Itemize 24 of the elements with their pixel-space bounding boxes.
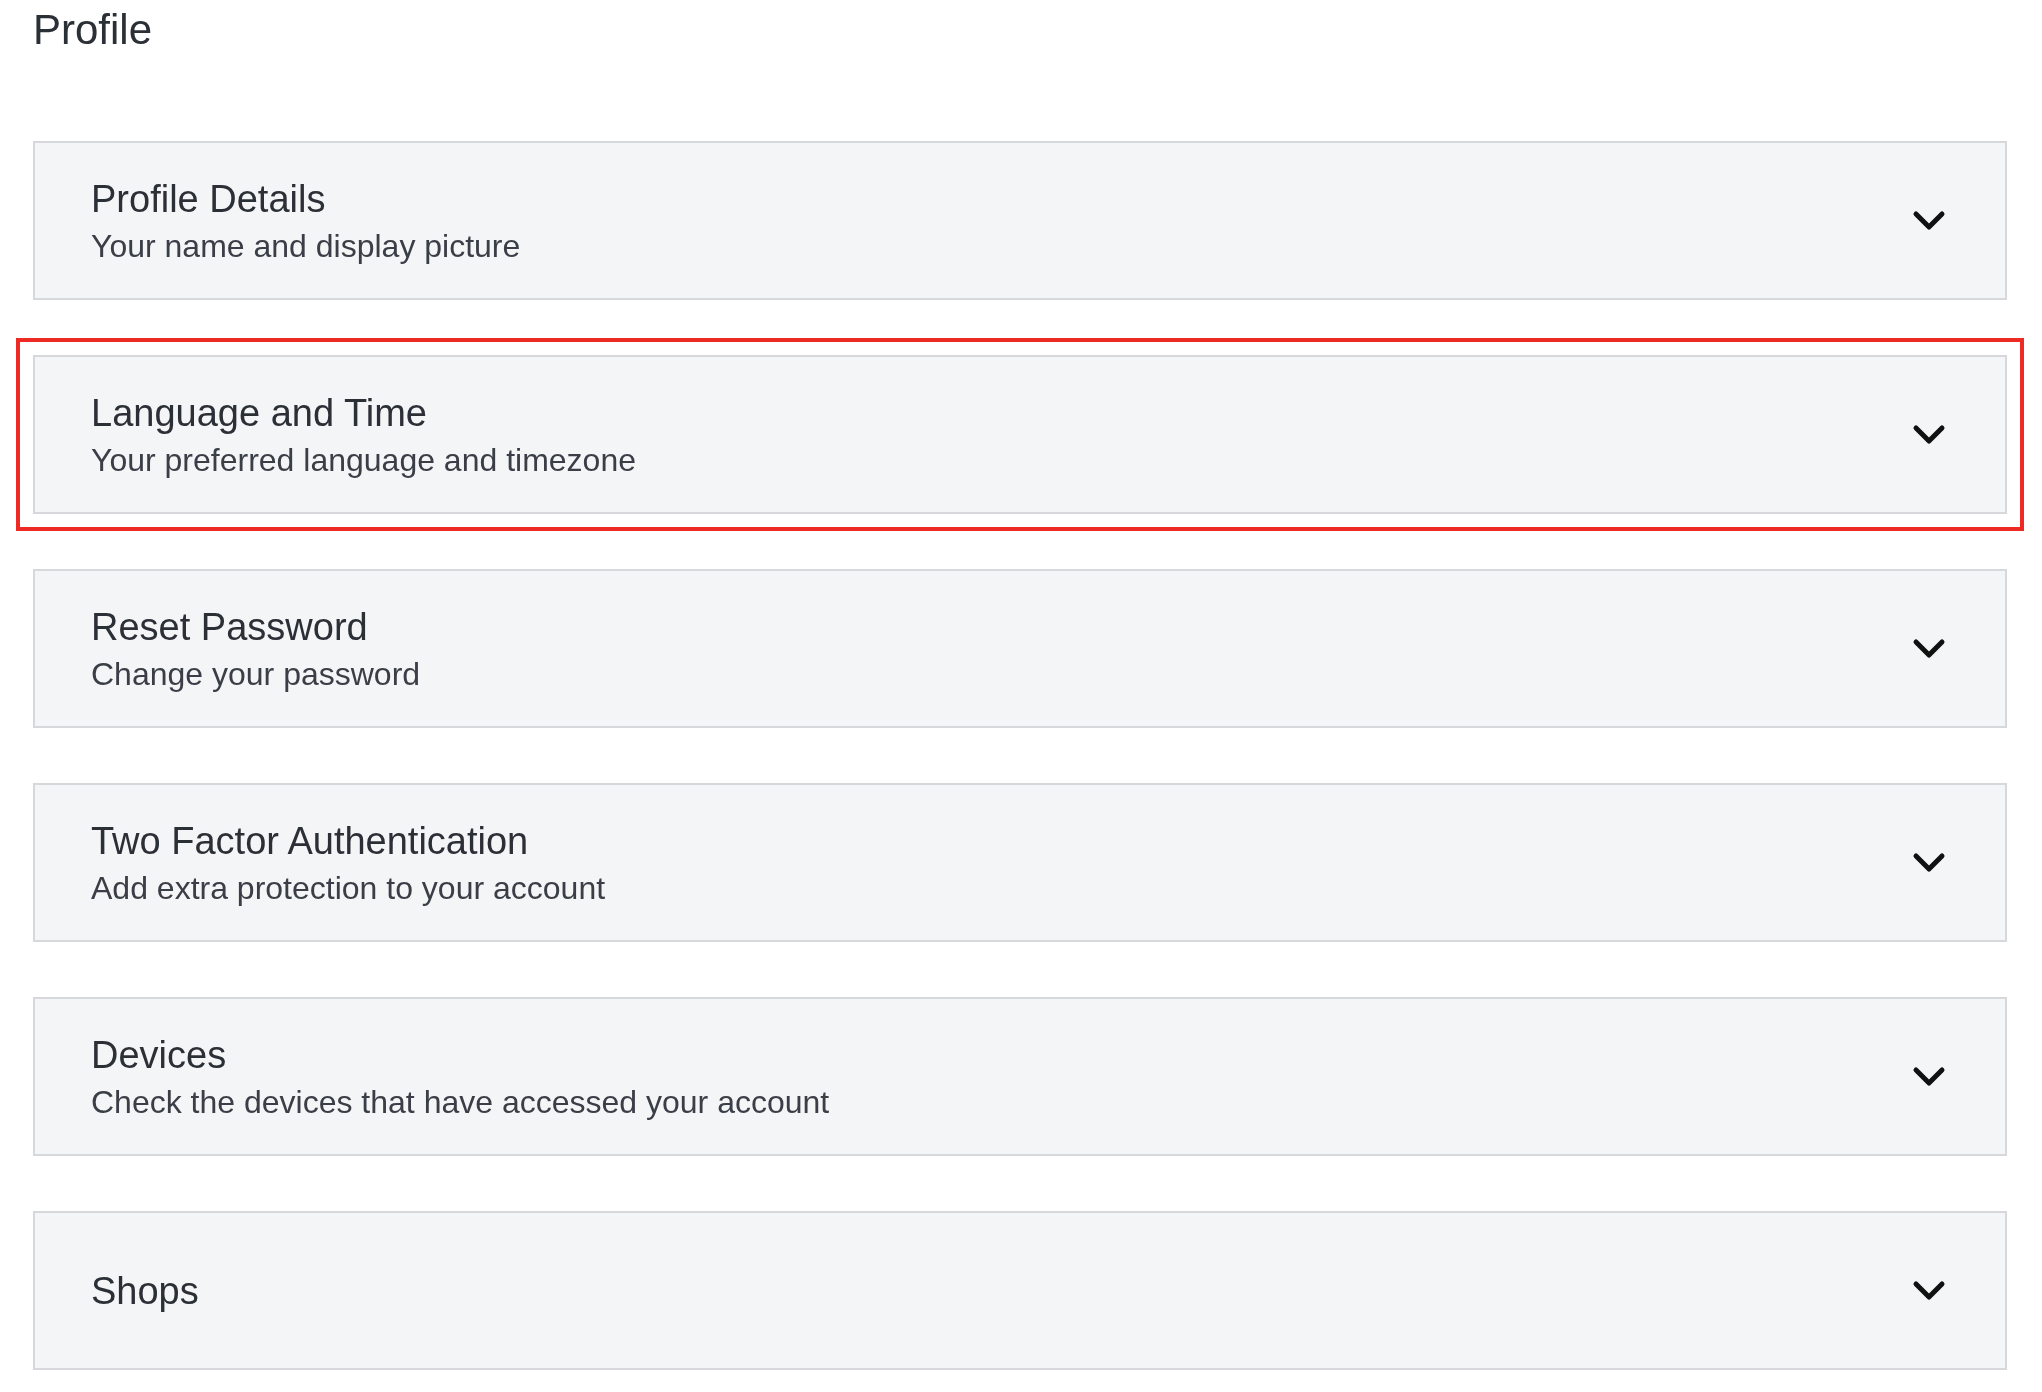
section-title: Profile Details xyxy=(91,176,327,221)
section-subtitle: Your preferred language and timezone xyxy=(91,440,637,479)
section-title: Devices xyxy=(91,1032,228,1077)
accordion-panel[interactable]: Devices Check the devices that have accessed your account xyxy=(33,997,2007,1156)
chevron-icon[interactable] xyxy=(1912,209,1946,232)
section-subtitle: Check the devices that have accessed your account xyxy=(91,1082,831,1121)
page-title: Profile xyxy=(32,5,154,55)
accordion-panel[interactable]: Language and Time Your preferred language and timezone xyxy=(33,355,2007,514)
accordion-panel[interactable]: Profile Details Your name and display picture xyxy=(33,141,2007,300)
accordion-panel[interactable]: Reset Password Change your password xyxy=(33,569,2007,728)
section-title: Language and Time xyxy=(91,390,428,435)
section-subtitle: Add extra protection to your account xyxy=(91,868,607,907)
chevron-icon[interactable] xyxy=(1912,1065,1946,1088)
section-subtitle: Change your password xyxy=(91,654,422,693)
section-title: Reset Password xyxy=(91,604,369,649)
chevron-icon[interactable] xyxy=(1912,851,1946,874)
accordion-panel[interactable]: Shops xyxy=(33,1211,2007,1370)
accordion-panel[interactable]: Two Factor Authentication Add extra protection to your account xyxy=(33,783,2007,942)
section-title: Two Factor Authentication xyxy=(91,818,530,863)
chevron-icon[interactable] xyxy=(1912,637,1946,660)
section-title: Shops xyxy=(91,1268,200,1313)
chevron-icon[interactable] xyxy=(1912,1279,1946,1302)
chevron-icon[interactable] xyxy=(1912,423,1946,446)
section-subtitle: Your name and display picture xyxy=(91,226,522,265)
